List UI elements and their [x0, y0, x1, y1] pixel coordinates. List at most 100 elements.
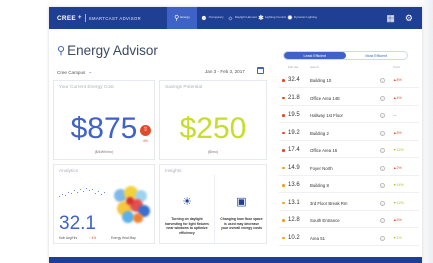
insight-item[interactable]: ☀ Turning on daylight harvesting for lig… — [160, 175, 214, 243]
page-title-text: Energy Advisor — [67, 43, 158, 58]
calendar-icon[interactable] — [257, 67, 264, 74]
list-item[interactable]: 19.5 Hallway 1st Floor i — — [279, 108, 419, 123]
top-nav: CREE + SMARTCAST ADVISOR ⚲ Energy ☻ Occu… — [49, 7, 422, 29]
card-title: Insights — [165, 169, 182, 174]
tab-dynamic-lighting[interactable]: ✹ Dynamic Lighting — [287, 7, 317, 29]
tab-daylight-harvest[interactable]: ☼ Daylight Harvest — [227, 7, 257, 29]
area-name: 3rd Floor Break Rm — [310, 200, 348, 206]
header-value: Kwh Use — [288, 66, 299, 69]
dynamic-lighting-icon: ✹ — [287, 14, 293, 22]
area-value: 13.1 — [288, 199, 300, 206]
grid-icon[interactable]: ▦ — [386, 13, 395, 23]
list-item[interactable]: 14.9 Foyer North i ▲2% — [279, 161, 419, 176]
area-trend: ▲2% — [393, 165, 402, 170]
brand-mark: + — [77, 15, 82, 21]
info-icon[interactable]: i — [380, 200, 385, 206]
info-icon[interactable]: i — [380, 95, 385, 101]
savings-potential-card: Savings Potential $250 ($/mo) — [159, 80, 267, 160]
area-trend: ▼12% — [393, 148, 404, 152]
info-icon[interactable]: i — [380, 78, 385, 83]
info-icon[interactable]: i — [380, 183, 385, 188]
floorplan-icon: ▣ — [236, 196, 247, 208]
header-trend: Trend — [393, 66, 400, 69]
insights-card[interactable]: Insights ☀ Turning on daylight harvestin… — [159, 164, 267, 244]
lightbulb-icon: ⚲ — [174, 14, 180, 22]
list-item[interactable]: 19.2 Building 2 i ▲8% — [279, 126, 419, 141]
analytics-trend: ↑ 4% — [89, 236, 97, 240]
list-header: Kwh Use Area Id Trend — [279, 66, 419, 72]
area-trend: ▲8% — [393, 130, 402, 135]
status-dot — [282, 166, 285, 170]
brand-divider — [84, 14, 86, 22]
list-item[interactable]: 13.6 Building 8 i ▼14% — [279, 178, 419, 193]
area-trend: — — [393, 113, 397, 117]
info-icon[interactable]: i — [380, 130, 385, 136]
insight-text: Turning on daylight harvesting for light… — [165, 217, 209, 235]
insight-item[interactable]: ▣ Changing how floor space is used may d… — [214, 175, 268, 243]
nav-right: ▦ ⚙ — [386, 13, 413, 23]
list-item[interactable]: 13.1 3rd Floor Break Rm i ▼12% — [279, 196, 419, 211]
sun-icon: ☼ — [227, 14, 234, 22]
campus-dropdown[interactable]: Cree Campus ⌄ — [57, 69, 92, 75]
tab-lighting-control[interactable]: ✱ Lighting Control — [257, 7, 287, 29]
bottom-bar — [49, 257, 422, 263]
area-name: Area 51 — [310, 235, 326, 241]
heat-map-label: Energy Heat Map — [111, 236, 136, 240]
area-trend: ▼12% — [393, 200, 404, 205]
tab-occupancy[interactable]: ☻ Occupancy — [197, 7, 227, 29]
area-trend: ▲5% — [393, 218, 402, 222]
card-title: Savings Potential — [165, 85, 203, 90]
least-efficient-toggle[interactable]: Least Efficient — [284, 52, 346, 59]
date-range[interactable]: Jan 3 - Feb 3, 2017 — [205, 69, 245, 74]
cost-unit: ($/kWh/mo) — [94, 150, 114, 154]
area-value: 13.6 — [288, 182, 300, 188]
gear-icon[interactable]: ⚙ — [405, 13, 413, 23]
card-title: Analytics — [59, 169, 79, 174]
area-name: Building 10 — [310, 78, 332, 83]
info-icon[interactable]: i — [380, 113, 385, 118]
efficiency-toggle: Least Efficient Most Efficient — [283, 51, 408, 60]
area-trend: ▲8% — [393, 78, 402, 82]
list-item[interactable]: 21.8 Office Area 14E i ▲4% — [279, 91, 419, 106]
list-item[interactable]: 17.4 Office Area 16 i ▼12% — [279, 143, 419, 158]
area-name: Hallway 1st Floor — [310, 113, 343, 118]
area-name: South Entrance — [310, 218, 340, 223]
tab-energy[interactable]: ⚲ Energy — [167, 7, 197, 29]
info-icon[interactable]: i — [380, 218, 385, 223]
area-value: 14.9 — [288, 164, 300, 171]
area-trend: ▲4% — [393, 95, 402, 100]
tab-label: Lighting Control — [264, 15, 286, 20]
brand-logo[interactable]: CREE + — [57, 15, 82, 22]
list-item[interactable]: 10.2 Area 51 i ▼1% — [279, 231, 419, 246]
product-name: SMARTCAST ADVISOR — [88, 15, 142, 21]
list-item[interactable]: 12.8 South Entrance i ▲5% — [279, 213, 419, 228]
app-window: CREE + SMARTCAST ADVISOR ⚲ Energy ☻ Occu… — [49, 7, 422, 263]
status-dot — [282, 236, 285, 240]
area-trend: ▼14% — [393, 183, 404, 187]
area-value: 19.5 — [288, 112, 300, 118]
status-dot — [282, 201, 285, 205]
cost-trend: 4% — [143, 139, 148, 143]
status-dot — [282, 79, 285, 82]
tab-label: Dynamic Lighting — [293, 15, 317, 20]
tab-label: Occupancy — [208, 15, 224, 20]
analytics-card[interactable]: Analytics 32.1 Kwh Avg/Hrs ↑ 4% Energy H… — [53, 164, 155, 244]
area-value: 10.2 — [288, 234, 300, 241]
sparkline-scatter — [59, 187, 107, 201]
area-name: Building 2 — [310, 130, 329, 136]
info-icon[interactable]: i — [380, 165, 385, 171]
info-icon[interactable]: i — [380, 235, 385, 241]
most-efficient-toggle[interactable]: Most Efficient — [346, 52, 408, 59]
area-name: Building 8 — [310, 183, 329, 188]
status-dot — [282, 219, 285, 222]
header-name: Area Id — [310, 66, 319, 69]
list-item[interactable]: 32.4 Building 10 i ▲8% — [279, 73, 419, 88]
info-icon[interactable]: i — [380, 148, 385, 153]
page-title: ⚲ Energy Advisor — [57, 43, 158, 58]
tab-label: Energy — [180, 15, 190, 20]
nav-tabs: ⚲ Energy ☻ Occupancy ☼ Daylight Harvest … — [167, 7, 317, 29]
arrow-up-icon: ⇧ — [140, 125, 151, 136]
lighting-control-icon: ✱ — [258, 14, 264, 22]
status-dot — [282, 114, 285, 117]
area-value: 21.8 — [288, 94, 300, 101]
